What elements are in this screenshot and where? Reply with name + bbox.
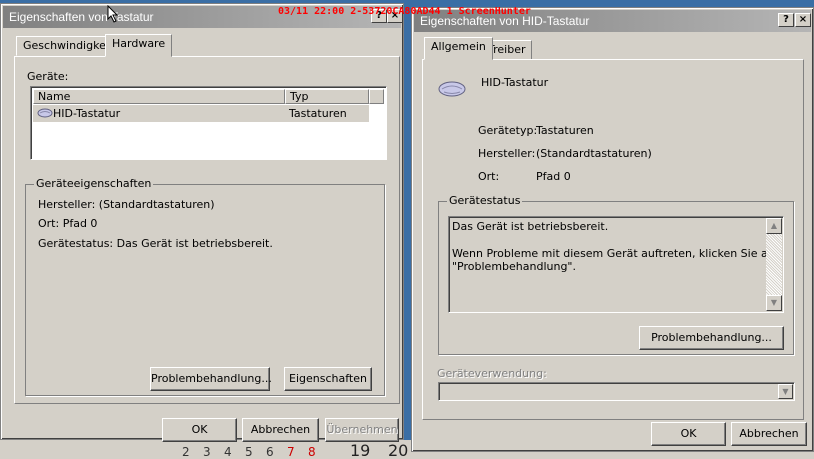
scroll-down-icon[interactable]: ▼: [766, 295, 782, 311]
keyboard-properties-window: Eigenschaften von Tastatur ? × Geschwind…: [0, 3, 404, 442]
location-label: Ort:: [478, 170, 500, 183]
status-textbox[interactable]: Das Gerät ist betriebsbereit. Wenn Probl…: [448, 216, 784, 313]
device-type: Tastaturen: [289, 107, 347, 120]
troubleshoot-button[interactable]: Problembehandlung...: [150, 367, 272, 391]
table-row[interactable]: HID-Tastatur Tastaturen: [33, 105, 369, 122]
manufacturer-label: Hersteller:: [478, 147, 536, 160]
desktop-number: 4: [224, 445, 232, 459]
hid-keyboard-properties-window: Eigenschaften von HID-Tastatur ? × Allge…: [411, 7, 814, 452]
device-properties-group: Geräteeigenschaften Hersteller: (Standar…: [25, 177, 385, 396]
location-value: Pfad 0: [536, 170, 571, 183]
window-title: Eigenschaften von Tastatur: [9, 10, 154, 24]
status-line: Wenn Probleme mit diesem Gerät auftreten…: [452, 247, 779, 260]
manufacturer-value: (Standardtastaturen): [536, 147, 652, 160]
device-list[interactable]: Name Typ HID-Tastatur Tastaturen: [30, 86, 387, 160]
cancel-button[interactable]: Abbrechen: [242, 418, 319, 442]
status-text: Gerätestatus: Das Gerät ist betriebsbere…: [38, 237, 273, 250]
device-name: HID-Tastatur: [481, 76, 549, 89]
status-line: Das Gerät ist betriebsbereit.: [452, 220, 609, 233]
location-text: Ort: Pfad 0: [38, 217, 98, 230]
devices-label: Geräte:: [27, 70, 69, 83]
column-header-name[interactable]: Name: [33, 89, 285, 104]
desktop-number: 5: [245, 445, 253, 459]
hardware-panel: Geräte: Name Typ HID-Tastatur Tastaturen…: [14, 56, 400, 404]
usage-label: Geräteverwendung:: [437, 367, 547, 380]
device-type-value: Tastaturen: [536, 124, 594, 137]
mouse-cursor-icon: [107, 5, 119, 23]
desktop-big-number: 19: [350, 441, 371, 459]
group-title: Geräteeigenschaften: [34, 177, 154, 190]
desktop-number: 7: [287, 445, 295, 459]
device-type-label: Gerätetyp:: [478, 124, 538, 137]
troubleshoot-button[interactable]: Problembehandlung...: [639, 326, 784, 350]
column-header-type[interactable]: Typ: [285, 89, 369, 104]
status-line: "Problembehandlung".: [452, 260, 576, 273]
ok-button[interactable]: OK: [651, 422, 726, 446]
properties-button[interactable]: Eigenschaften: [284, 367, 372, 391]
group-title: Gerätestatus: [447, 194, 523, 207]
screenshot-watermark: 03/11 22:00 2-53720CA80AD44 1 ScreenHunt…: [278, 6, 531, 17]
vertical-scrollbar[interactable]: ▲ ▼: [766, 218, 782, 311]
help-icon[interactable]: ?: [778, 13, 794, 27]
usage-select[interactable]: ▼: [438, 382, 795, 401]
tab-hardware[interactable]: Hardware: [105, 34, 173, 57]
general-panel: HID-Tastatur Gerätetyp: Tastaturen Herst…: [422, 59, 804, 420]
cancel-button[interactable]: Abbrechen: [731, 422, 807, 446]
keyboard-icon: [37, 108, 53, 118]
manufacturer-text: Hersteller: (Standardtastaturen): [38, 198, 215, 211]
column-header-empty: [369, 89, 384, 104]
tab-general[interactable]: Allgemein: [424, 37, 493, 60]
desktop-number: 8: [308, 445, 316, 459]
scroll-up-icon[interactable]: ▲: [766, 218, 782, 234]
chevron-down-icon[interactable]: ▼: [778, 384, 793, 399]
desktop-number: 2: [182, 445, 190, 459]
desktop-big-number: 20: [388, 441, 409, 459]
ok-button[interactable]: OK: [162, 418, 237, 442]
apply-button[interactable]: Übernehmen: [325, 418, 399, 442]
desktop-number: 3: [203, 445, 211, 459]
device-name: HID-Tastatur: [53, 107, 121, 120]
close-icon[interactable]: ×: [795, 13, 811, 27]
device-status-group: Gerätestatus Das Gerät ist betriebsberei…: [438, 194, 794, 355]
desktop-number: 6: [266, 445, 274, 459]
keyboard-icon: [438, 81, 466, 97]
